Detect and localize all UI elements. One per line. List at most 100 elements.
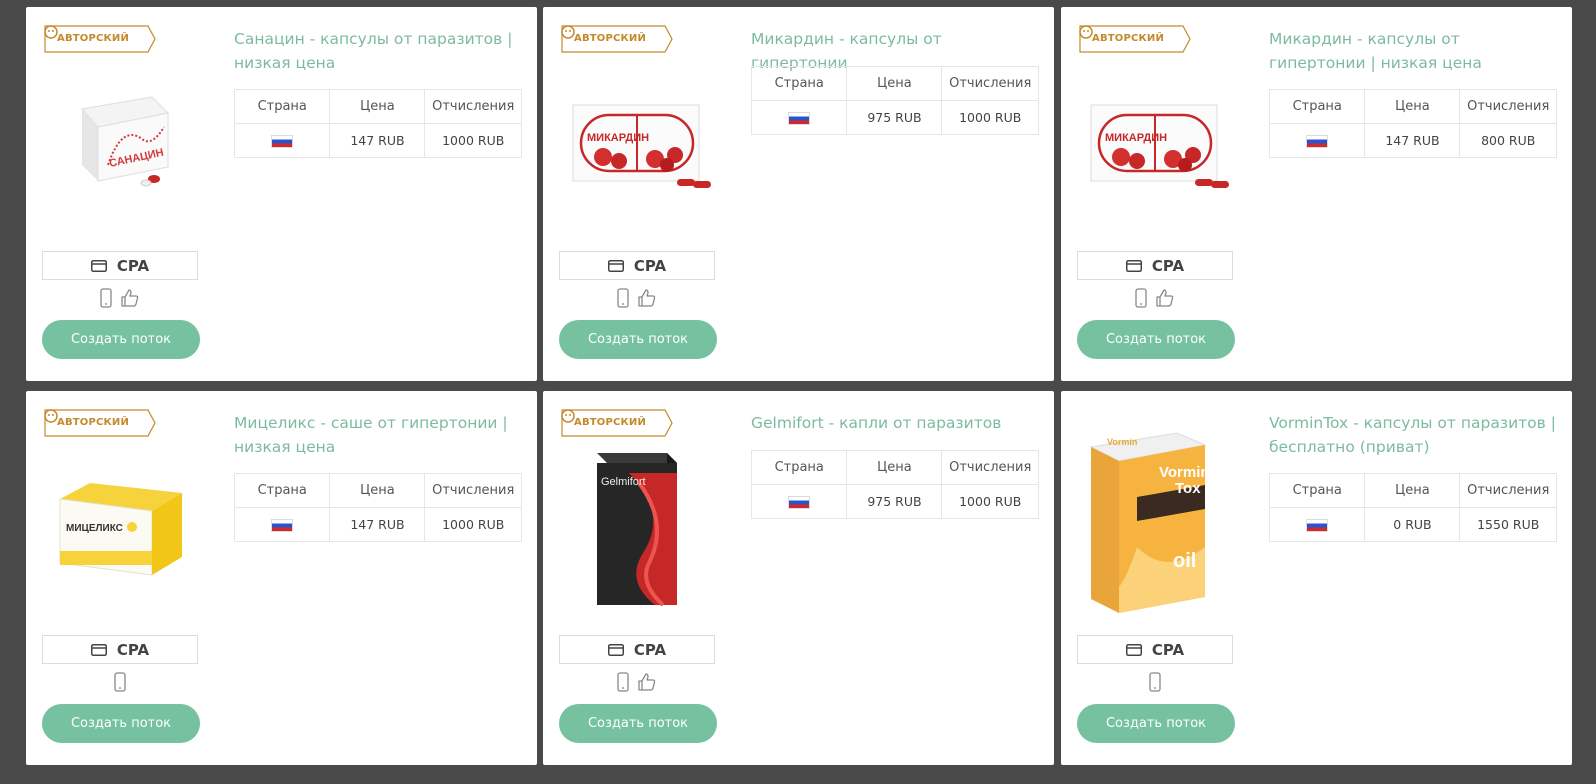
col-payout: Отчисления [1459,89,1557,124]
author-badge: АВТОРСКИЙ [44,25,156,53]
card-icon [607,259,624,272]
author-badge: АВТОРСКИЙ [561,409,673,437]
offer-stats-table: Страна Цена Отчисления 147 RUB 1000 RUB [233,89,522,158]
price-value: 147 RUB [329,507,426,542]
svg-text:МИКАРДИН: МИКАРДИН [587,132,649,144]
create-stream-button[interactable]: Создать поток [559,704,717,743]
cpa-label: CPA [559,251,715,280]
smile-icon [1079,25,1093,39]
mobile-icon [617,672,629,692]
card-icon [90,643,107,656]
payout-value: 1000 RUB [941,100,1039,135]
svg-text:МИЦЕЛИКС: МИЦЕЛИКС [66,523,123,534]
payout-value: 800 RUB [1459,123,1557,158]
col-price: Цена [846,66,943,101]
create-stream-button[interactable]: Создать поток [42,704,200,743]
offer-card: АВТОРСКИЙ МИКАРДИН Микардин - капсулы от… [1061,7,1572,381]
card-icon [1125,259,1142,272]
offer-title[interactable]: Gelmifort - капли от паразитов [751,411,1041,435]
mobile-icon [1149,672,1161,692]
offer-stats-table: Страна Цена Отчисления 975 RUB 1000 RUB [750,66,1039,135]
create-stream-button[interactable]: Создать поток [559,320,717,359]
smile-icon [44,409,58,423]
product-image[interactable]: САНАЦИН [42,69,202,237]
mobile-icon [114,672,126,692]
col-country: Страна [1268,89,1366,124]
svg-text:Vormin: Vormin [1159,464,1210,481]
russia-flag-icon [271,135,294,148]
offer-stats-table: Страна Цена Отчисления 147 RUB 800 RUB [1268,89,1557,158]
thumbs-up-icon [1156,289,1174,307]
svg-text:Tox: Tox [1175,480,1201,497]
badge-label: АВТОРСКИЙ [57,417,130,428]
payout-value: 1550 RUB [1459,507,1557,542]
svg-text:oil: oil [1173,550,1196,572]
product-image[interactable]: МИКАРДИН [1077,69,1237,237]
col-country: Страна [750,66,848,101]
product-image[interactable]: Gelmifort [559,453,719,621]
traffic-icons [559,287,715,309]
product-image[interactable]: МИКАРДИН [559,69,719,237]
traffic-icons [42,671,198,693]
offer-card: АВТОРСКИЙ САНАЦИН Санацин - капсулы от п… [26,7,537,381]
smile-icon [561,409,575,423]
traffic-icons [1077,671,1233,693]
author-badge: АВТОРСКИЙ [1079,25,1191,53]
payout-value: 1000 RUB [424,123,522,158]
smile-icon [44,25,58,39]
create-stream-button[interactable]: Создать поток [1077,320,1235,359]
russia-flag-icon [1306,135,1329,148]
offer-title[interactable]: Санацин - капсулы от паразитов | низкая … [234,27,524,75]
thumbs-up-icon [638,673,656,691]
badge-label: АВТОРСКИЙ [574,417,647,428]
mobile-icon [100,288,112,308]
col-price: Цена [329,89,426,124]
offer-stats-table: Страна Цена Отчисления 147 RUB 1000 RUB [233,473,522,542]
col-country: Страна [233,89,331,124]
thumbs-up-icon [121,289,139,307]
badge-label: АВТОРСКИЙ [574,33,647,44]
price-value: 147 RUB [329,123,426,158]
col-payout: Отчисления [1459,473,1557,508]
col-payout: Отчисления [941,450,1039,485]
product-image[interactable]: МИЦЕЛИКС [42,453,202,621]
mobile-icon [617,288,629,308]
cpa-label: CPA [1077,251,1233,280]
offer-stats-table: Страна Цена Отчисления 975 RUB 1000 RUB [750,450,1039,519]
cpa-label: CPA [559,635,715,664]
create-stream-button[interactable]: Создать поток [42,320,200,359]
offer-title[interactable]: VorminTox - капсулы от паразитов | беспл… [1269,411,1559,459]
smile-icon [561,25,575,39]
traffic-icons [559,671,715,693]
svg-text:Vormin: Vormin [1107,437,1137,447]
svg-text:Gelmifort: Gelmifort [601,476,646,488]
offer-card: АВТОРСКИЙ МИКАРДИН Микардин - капсулы от… [543,7,1054,381]
col-payout: Отчисления [424,473,522,508]
thumbs-up-icon [638,289,656,307]
col-price: Цена [1364,89,1461,124]
author-badge: АВТОРСКИЙ [561,25,673,53]
col-country: Страна [1268,473,1366,508]
offer-title[interactable]: Микардин - капсулы от гипертонии | низка… [1269,27,1559,75]
cpa-label: CPA [1077,635,1233,664]
product-image[interactable]: Vormin Tox oil Vormin [1077,427,1237,617]
col-price: Цена [329,473,426,508]
russia-flag-icon [788,496,811,509]
payout-value: 1000 RUB [424,507,522,542]
badge-label: АВТОРСКИЙ [57,33,130,44]
russia-flag-icon [271,519,294,532]
mobile-icon [1135,288,1147,308]
create-stream-button[interactable]: Создать поток [1077,704,1235,743]
traffic-icons [42,287,198,309]
col-country: Страна [233,473,331,508]
col-country: Страна [750,450,848,485]
price-value: 975 RUB [846,484,943,519]
badge-label: АВТОРСКИЙ [1092,33,1165,44]
cpa-label: CPA [42,635,198,664]
col-payout: Отчисления [941,66,1039,101]
price-value: 147 RUB [1364,123,1461,158]
author-badge: АВТОРСКИЙ [44,409,156,437]
offer-title[interactable]: Мицеликс - саше от гипертонии | низкая ц… [234,411,524,459]
card-icon [607,643,624,656]
offer-card: Vormin Tox oil Vormin VorminTox - капсул… [1061,391,1572,765]
